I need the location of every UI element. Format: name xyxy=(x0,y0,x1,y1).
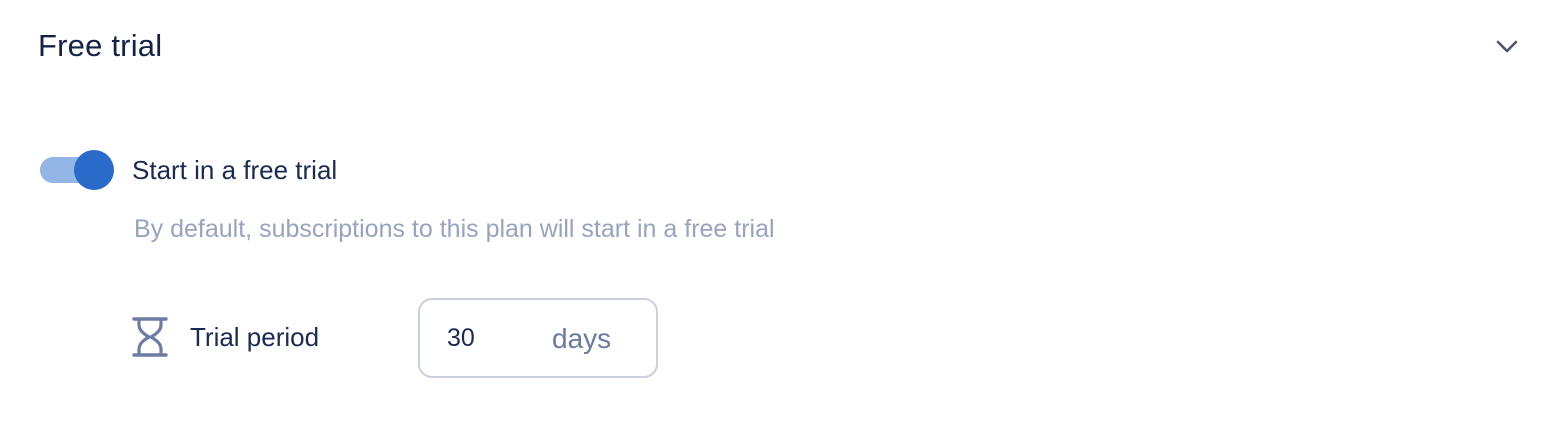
toggle-label: Start in a free trial xyxy=(132,155,338,185)
free-trial-toggle-row: Start in a free trial xyxy=(40,149,337,191)
trial-period-row: Trial period days xyxy=(132,298,692,378)
helper-text: By default, subscriptions to this plan w… xyxy=(134,215,775,243)
trial-period-label: Trial period xyxy=(190,322,320,352)
trial-period-unit: days xyxy=(552,323,612,354)
hourglass-icon xyxy=(132,317,168,357)
trial-period-field[interactable]: days xyxy=(418,298,658,378)
chevron-down-icon[interactable] xyxy=(1494,34,1520,58)
trial-period-input[interactable] xyxy=(447,318,527,358)
free-trial-section-header[interactable]: Free trial xyxy=(38,24,1520,68)
section-title: Free trial xyxy=(38,28,163,63)
start-free-trial-toggle[interactable] xyxy=(40,150,114,190)
toggle-knob xyxy=(74,150,114,190)
